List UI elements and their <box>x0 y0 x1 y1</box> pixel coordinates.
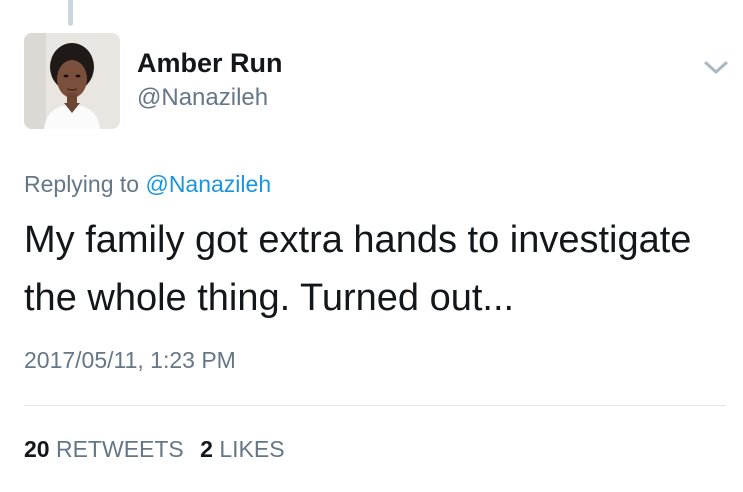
likes-stat[interactable]: 2 LIKES <box>200 436 284 462</box>
replying-to: Replying to @Nanazileh <box>24 171 271 198</box>
replying-to-label: Replying to <box>24 171 140 197</box>
chevron-down-icon[interactable] <box>703 58 729 78</box>
retweets-stat[interactable]: 20 RETWEETS <box>24 436 184 462</box>
tweet-detail: Amber Run @Nanazileh Replying to @Nanazi… <box>0 0 743 492</box>
likes-count: 2 <box>200 436 213 462</box>
divider <box>24 405 726 406</box>
tweet-text: My family got extra hands to investigate… <box>24 219 692 319</box>
thread-connector-line <box>68 0 73 26</box>
retweets-count: 20 <box>24 436 50 462</box>
tweet-timestamp[interactable]: 2017/05/11, 1:23 PM <box>24 347 236 374</box>
avatar-image <box>24 33 120 129</box>
author-handle[interactable]: @Nanazileh <box>137 84 268 112</box>
retweets-label: RETWEETS <box>55 436 184 462</box>
likes-label: LIKES <box>219 436 285 462</box>
author-name[interactable]: Amber Run <box>137 48 283 79</box>
avatar[interactable] <box>24 33 120 129</box>
reply-mention-link[interactable]: @Nanazileh <box>145 171 271 197</box>
tweet-stats: 20 RETWEETS 2 LIKES <box>24 436 295 463</box>
